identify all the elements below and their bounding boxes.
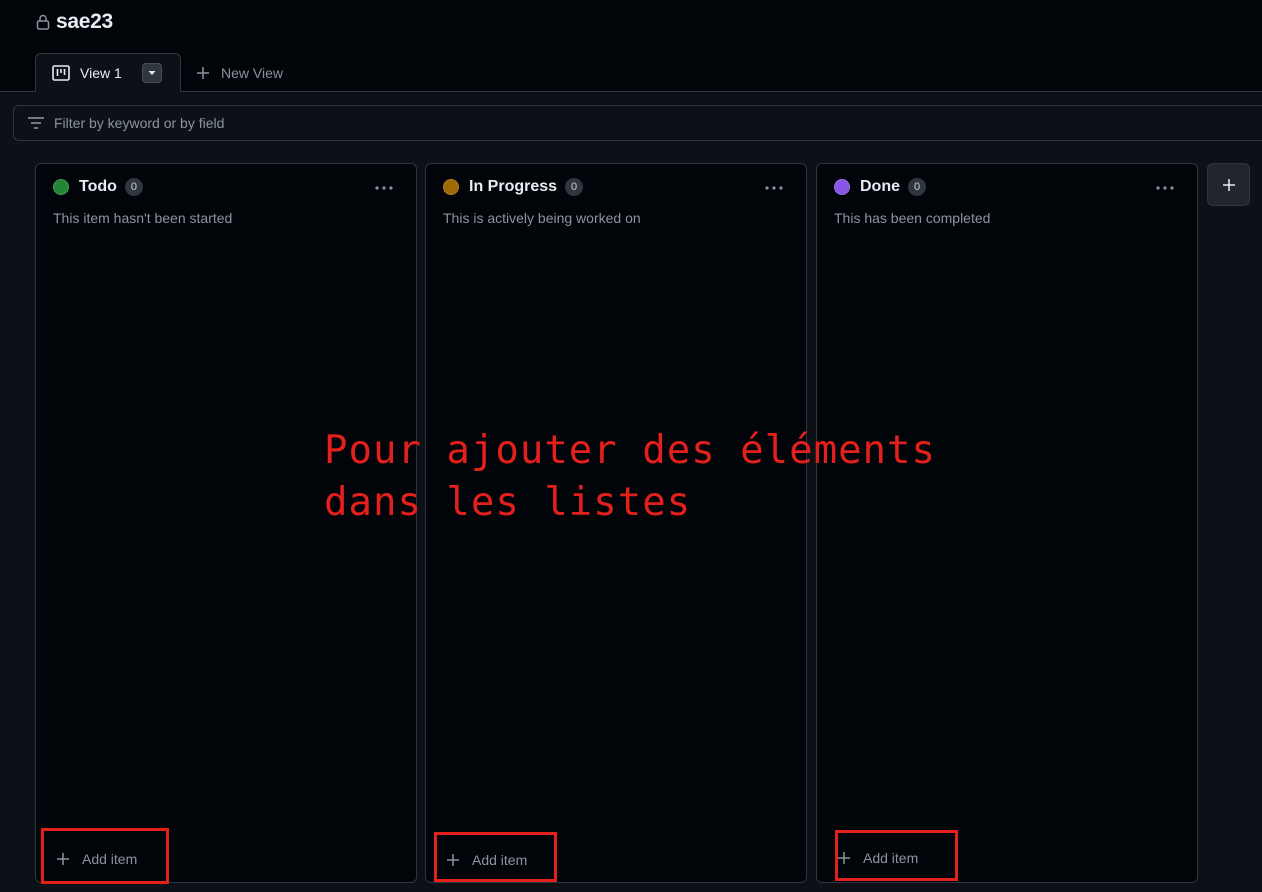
- project-title-row: sae23: [36, 10, 113, 34]
- board-icon: [52, 65, 70, 81]
- chevron-down-icon: [148, 71, 156, 75]
- column-menu-button[interactable]: [762, 178, 786, 198]
- project-header: sae23 View 1 New View: [0, 0, 1262, 93]
- column-description: This has been completed: [834, 210, 991, 226]
- status-dot: [53, 179, 69, 195]
- column-menu-button[interactable]: [1153, 178, 1177, 198]
- column-description: This is actively being worked on: [443, 210, 641, 226]
- kebab-horizontal-icon: [375, 186, 393, 190]
- filter-icon: [27, 116, 45, 130]
- column-header: In Progress 0: [443, 178, 584, 196]
- item-count-badge: 0: [565, 178, 584, 196]
- highlight-box-in-progress: [434, 832, 557, 882]
- highlight-box-done: [835, 830, 958, 881]
- annotation-text: Pour ajouter des éléments dans les liste…: [324, 428, 936, 525]
- highlight-box-todo: [41, 828, 169, 884]
- new-view-label: New View: [221, 65, 283, 81]
- project-title: sae23: [56, 10, 113, 33]
- status-dot: [834, 179, 850, 195]
- column-name: Done: [860, 178, 900, 195]
- plus-icon: [1222, 178, 1235, 191]
- column-description: This item hasn't been started: [53, 210, 233, 226]
- column-header: Todo 0: [53, 178, 143, 196]
- kebab-horizontal-icon: [1156, 186, 1174, 190]
- column-header: Done 0: [834, 178, 926, 196]
- column-name: In Progress: [469, 178, 558, 195]
- new-view-tab[interactable]: New View: [196, 53, 283, 93]
- add-column-button[interactable]: [1207, 163, 1250, 206]
- item-count-badge: 0: [908, 178, 926, 196]
- status-dot: [443, 179, 459, 195]
- column-menu-button[interactable]: [372, 178, 396, 198]
- filter-placeholder: Filter by keyword or by field: [54, 115, 225, 131]
- item-count-badge: 0: [124, 178, 143, 196]
- plus-icon: [196, 66, 210, 80]
- lock-icon: [36, 14, 50, 30]
- column-name: Todo: [79, 178, 117, 195]
- kebab-horizontal-icon: [765, 186, 783, 190]
- filter-input[interactable]: Filter by keyword or by field: [13, 105, 1262, 141]
- view-options-button[interactable]: [142, 63, 162, 83]
- tab-view-1-label: View 1: [80, 65, 122, 81]
- tab-view-1[interactable]: View 1: [35, 53, 181, 93]
